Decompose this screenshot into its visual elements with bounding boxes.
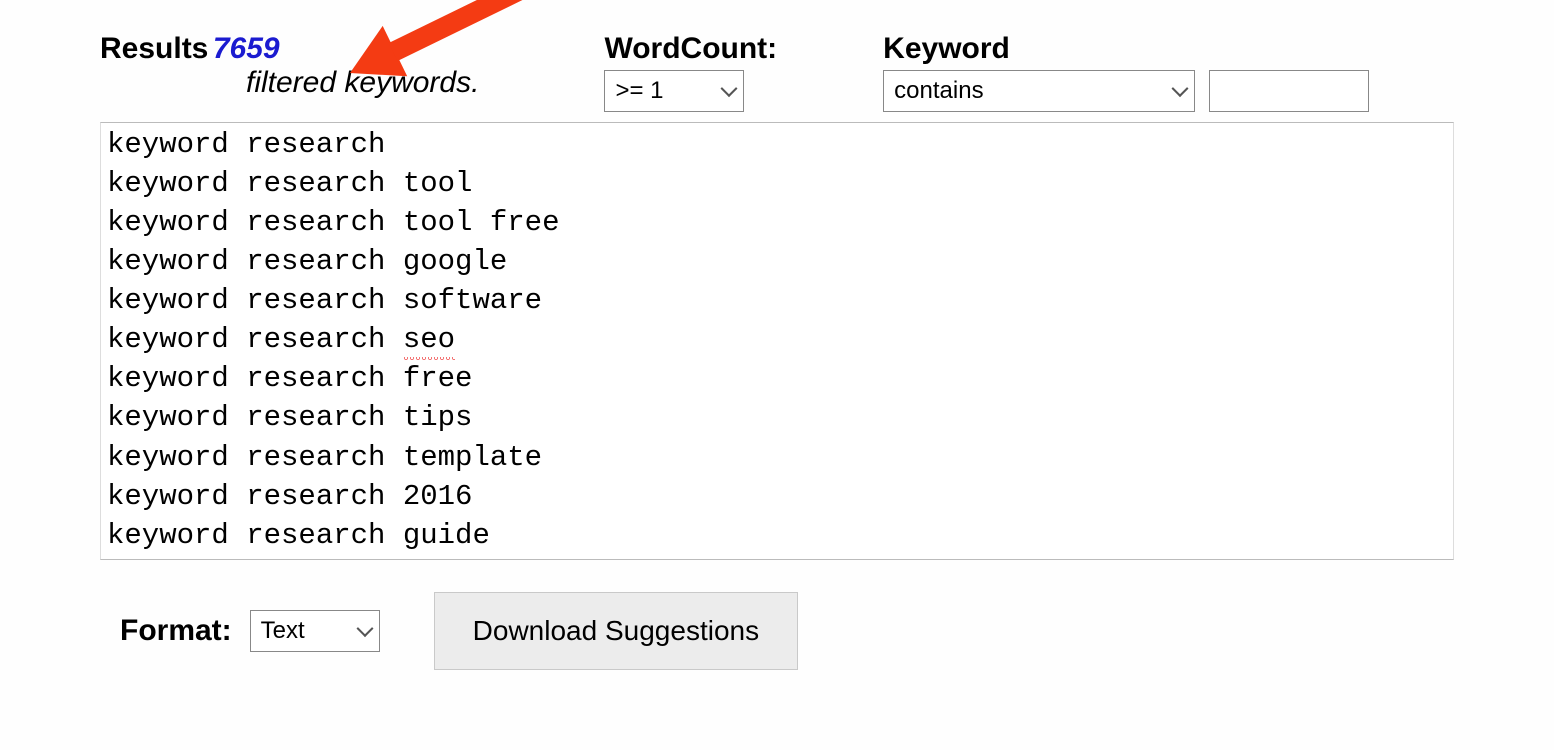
- format-label: Format:: [120, 612, 232, 650]
- keyword-line: keyword research 2016: [107, 477, 1447, 516]
- keyword-line: keyword research google: [107, 242, 1447, 281]
- keyword-line: keyword research free: [107, 359, 1447, 398]
- keyword-line: keyword research seo: [107, 320, 1447, 359]
- keyword-line: keyword research tips: [107, 398, 1447, 437]
- results-label: Results: [100, 32, 208, 65]
- format-selected-value: Text: [261, 617, 305, 644]
- keyword-line: keyword research template: [107, 438, 1447, 477]
- keyword-line: keyword research tool free: [107, 203, 1447, 242]
- keyword-input[interactable]: [1209, 70, 1369, 112]
- filter-bar: Results 7659 filtered keywords. WordCoun…: [100, 30, 1454, 112]
- keyword-line: keyword research: [107, 125, 1447, 164]
- keyword-label: Keyword: [883, 30, 1369, 68]
- download-suggestions-button[interactable]: Download Suggestions: [434, 592, 798, 670]
- results-count: 7659: [213, 32, 280, 65]
- wordcount-selected-value: >= 1: [615, 77, 663, 104]
- spellcheck-word: seo: [403, 320, 455, 359]
- download-button-label: Download Suggestions: [473, 615, 759, 646]
- footer-controls: Format: Text Download Suggestions: [100, 592, 1454, 670]
- wordcount-label: WordCount:: [604, 30, 777, 68]
- wordcount-filter: WordCount: >= 1: [604, 30, 777, 112]
- format-select[interactable]: Text: [250, 610, 380, 652]
- results-summary: Results 7659 filtered keywords.: [100, 30, 479, 100]
- keywords-results-box[interactable]: keyword researchkeyword research toolkey…: [100, 122, 1454, 561]
- keyword-mode-select[interactable]: contains: [883, 70, 1195, 112]
- filtered-keywords-text: filtered keywords.: [246, 66, 479, 100]
- keyword-filter: Keyword contains: [883, 30, 1369, 112]
- keyword-line: keyword research guide: [107, 516, 1447, 555]
- keyword-line: keyword research tool: [107, 164, 1447, 203]
- wordcount-select[interactable]: >= 1: [604, 70, 744, 112]
- keyword-line: keyword research software: [107, 281, 1447, 320]
- keyword-mode-selected-value: contains: [894, 77, 983, 104]
